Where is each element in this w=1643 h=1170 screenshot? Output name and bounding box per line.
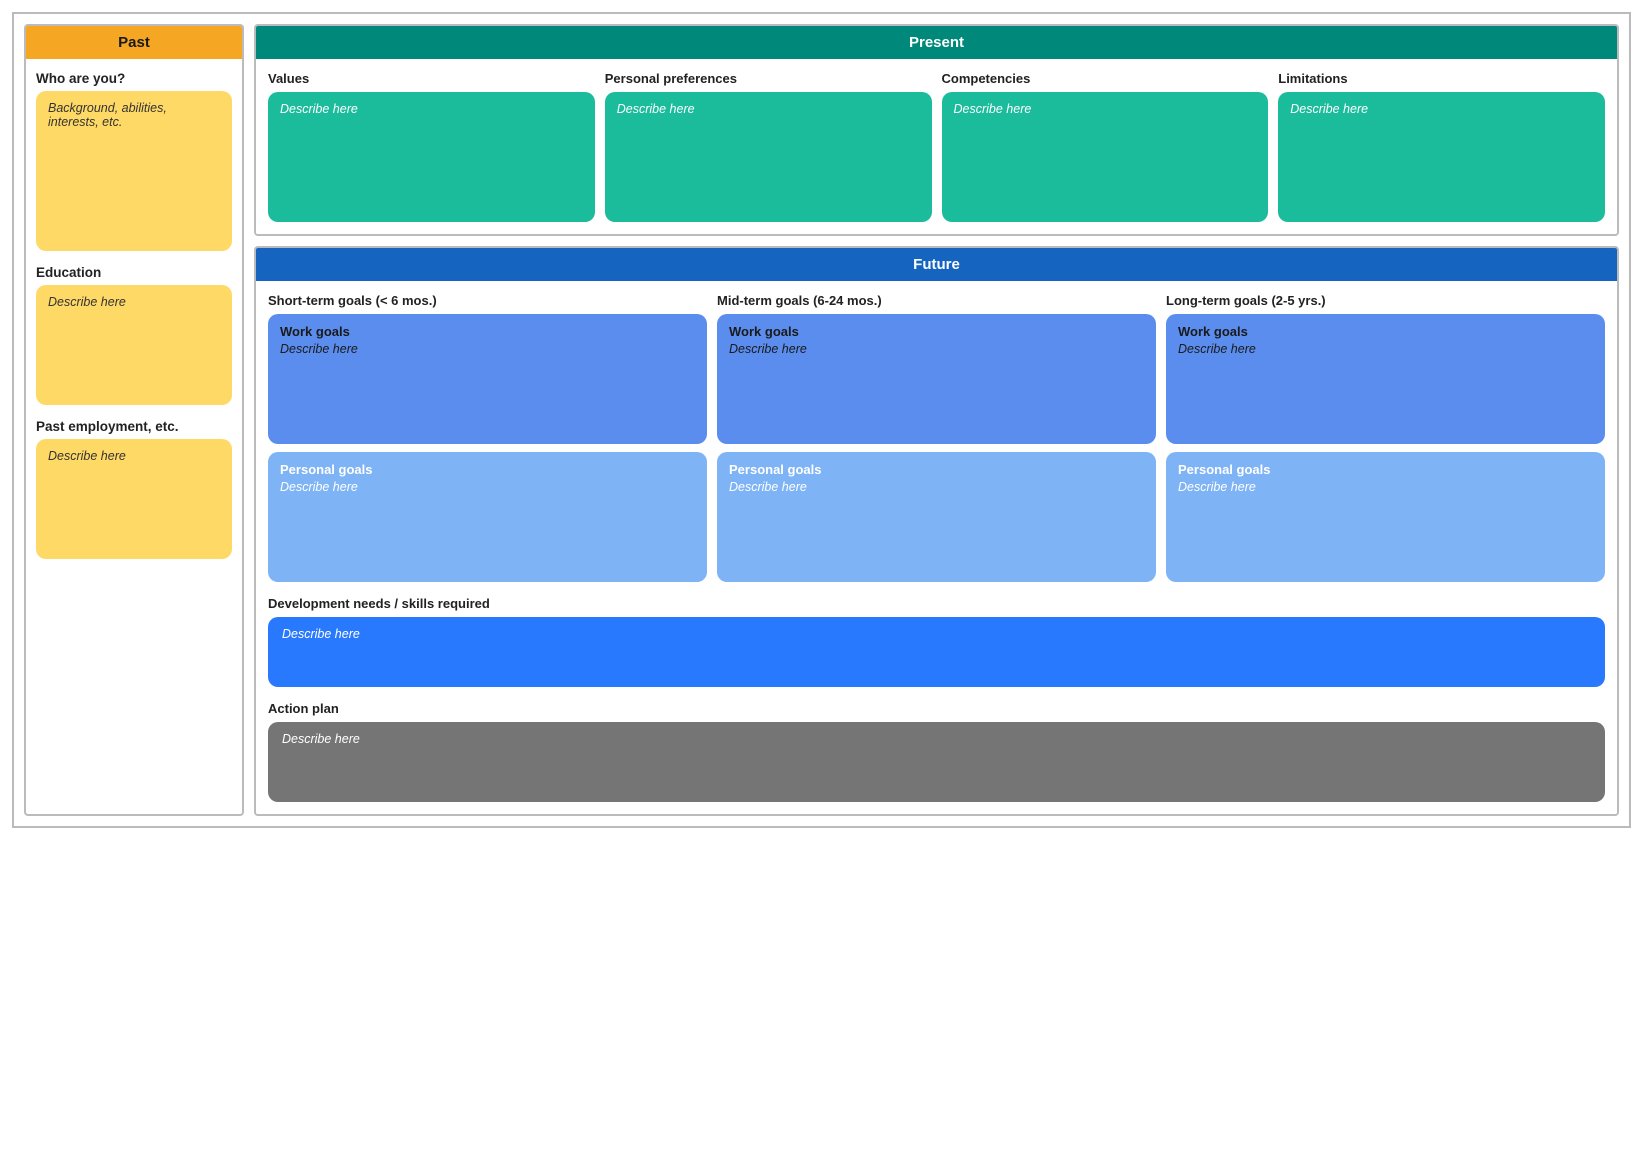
mid-term-personal-desc: Describe here (729, 480, 1144, 494)
employment-card[interactable]: Describe here (36, 439, 232, 559)
competencies-label: Competencies (942, 71, 1269, 86)
mid-term-work-desc: Describe here (729, 342, 1144, 356)
long-term-personal-desc: Describe here (1178, 480, 1593, 494)
short-term-personal-title: Personal goals (280, 462, 695, 477)
right-column: Present Values Describe here Personal pr… (254, 24, 1619, 816)
dev-needs-section: Development needs / skills required Desc… (268, 596, 1605, 687)
competencies-col: Competencies Describe here (942, 71, 1269, 222)
employment-section: Past employment, etc. Describe here (36, 419, 232, 559)
preferences-card[interactable]: Describe here (605, 92, 932, 222)
mid-term-work-title: Work goals (729, 324, 1144, 339)
short-term-label: Short-term goals (< 6 mos.) (268, 293, 707, 308)
limitations-placeholder: Describe here (1290, 102, 1368, 116)
dev-needs-label: Development needs / skills required (268, 596, 1605, 611)
short-term-personal-card[interactable]: Personal goals Describe here (268, 452, 707, 582)
past-column: Past Who are you? Background, abilities,… (24, 24, 244, 816)
who-are-you-section: Who are you? Background, abilities, inte… (36, 71, 232, 251)
limitations-col: Limitations Describe here (1278, 71, 1605, 222)
long-term-work-desc: Describe here (1178, 342, 1593, 356)
mid-term-personal-card[interactable]: Personal goals Describe here (717, 452, 1156, 582)
education-section: Education Describe here (36, 265, 232, 405)
present-body: Values Describe here Personal preference… (256, 59, 1617, 234)
values-col: Values Describe here (268, 71, 595, 222)
short-term-work-card[interactable]: Work goals Describe here (268, 314, 707, 444)
dev-needs-card[interactable]: Describe here (268, 617, 1605, 687)
employment-label: Past employment, etc. (36, 419, 232, 434)
mid-term-work-card[interactable]: Work goals Describe here (717, 314, 1156, 444)
preferences-placeholder: Describe here (617, 102, 695, 116)
goals-row: Short-term goals (< 6 mos.) Work goals D… (268, 293, 1605, 582)
long-term-personal-card[interactable]: Personal goals Describe here (1166, 452, 1605, 582)
present-header: Present (256, 26, 1617, 59)
employment-placeholder: Describe here (48, 449, 126, 463)
future-section: Future Short-term goals (< 6 mos.) Work … (254, 246, 1619, 816)
short-term-work-title: Work goals (280, 324, 695, 339)
main-wrapper: Past Who are you? Background, abilities,… (12, 12, 1631, 828)
action-plan-placeholder: Describe here (282, 732, 360, 746)
long-term-col: Long-term goals (2-5 yrs.) Work goals De… (1166, 293, 1605, 582)
past-header: Past (26, 26, 242, 59)
action-plan-label: Action plan (268, 701, 1605, 716)
dev-needs-placeholder: Describe here (282, 627, 360, 641)
short-term-col: Short-term goals (< 6 mos.) Work goals D… (268, 293, 707, 582)
education-card[interactable]: Describe here (36, 285, 232, 405)
preferences-label: Personal preferences (605, 71, 932, 86)
who-are-you-card[interactable]: Background, abilities, interests, etc. (36, 91, 232, 251)
mid-term-personal-title: Personal goals (729, 462, 1144, 477)
future-body: Short-term goals (< 6 mos.) Work goals D… (256, 281, 1617, 814)
long-term-personal-title: Personal goals (1178, 462, 1593, 477)
short-term-personal-desc: Describe here (280, 480, 695, 494)
competencies-card[interactable]: Describe here (942, 92, 1269, 222)
mid-term-label: Mid-term goals (6-24 mos.) (717, 293, 1156, 308)
limitations-label: Limitations (1278, 71, 1605, 86)
who-are-you-label: Who are you? (36, 71, 232, 86)
education-label: Education (36, 265, 232, 280)
long-term-label: Long-term goals (2-5 yrs.) (1166, 293, 1605, 308)
education-placeholder: Describe here (48, 295, 126, 309)
who-are-you-placeholder: Background, abilities, interests, etc. (48, 101, 167, 129)
values-label: Values (268, 71, 595, 86)
preferences-col: Personal preferences Describe here (605, 71, 932, 222)
short-term-work-desc: Describe here (280, 342, 695, 356)
action-plan-card[interactable]: Describe here (268, 722, 1605, 802)
competencies-placeholder: Describe here (954, 102, 1032, 116)
long-term-work-card[interactable]: Work goals Describe here (1166, 314, 1605, 444)
past-body: Who are you? Background, abilities, inte… (26, 59, 242, 571)
long-term-work-title: Work goals (1178, 324, 1593, 339)
future-header: Future (256, 248, 1617, 281)
action-plan-section: Action plan Describe here (268, 701, 1605, 802)
present-section: Present Values Describe here Personal pr… (254, 24, 1619, 236)
limitations-card[interactable]: Describe here (1278, 92, 1605, 222)
values-card[interactable]: Describe here (268, 92, 595, 222)
values-placeholder: Describe here (280, 102, 358, 116)
mid-term-col: Mid-term goals (6-24 mos.) Work goals De… (717, 293, 1156, 582)
